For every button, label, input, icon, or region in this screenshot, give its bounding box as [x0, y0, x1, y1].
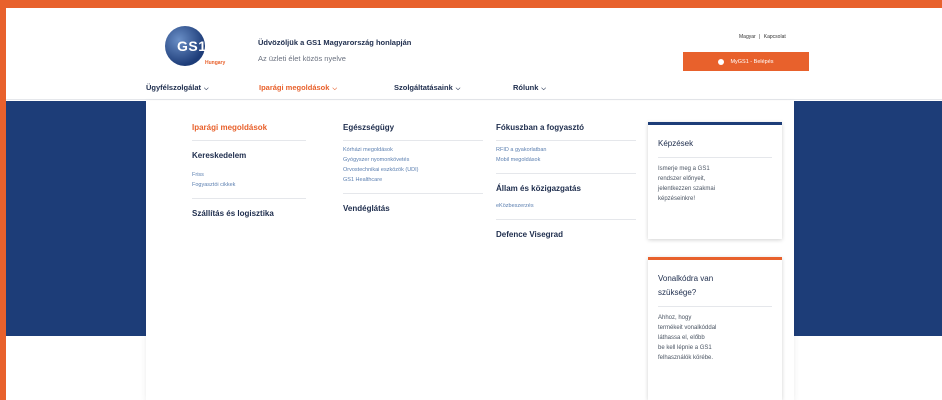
nav-label: Rólunk: [513, 83, 539, 92]
lang-separator: |: [759, 34, 761, 40]
training-card[interactable]: Képzések Ismerje meg a GS1 rendszer előn…: [648, 122, 782, 239]
menu-link-rfid[interactable]: RFID a gyakorlatban: [496, 145, 636, 155]
login-button[interactable]: MyGS1 - Belépés: [683, 52, 809, 71]
menu-link-korhazi[interactable]: Kórházi megoldások: [343, 145, 483, 155]
login-button-label: MyGS1 - Belépés: [730, 58, 774, 65]
divider: [343, 140, 483, 141]
menu-section-allam[interactable]: Állam és közigazgatás: [496, 184, 636, 193]
divider: [658, 306, 772, 307]
divider: [496, 140, 636, 141]
nav-item-rolunk[interactable]: Rólunk ⌵: [513, 83, 546, 93]
nav-item-ugyfelszolgalat[interactable]: Ügyfélszolgálat ⌵: [146, 83, 209, 93]
divider: [496, 219, 636, 220]
nav-label: Iparági megoldások: [259, 83, 330, 92]
menu-link-mobil[interactable]: Mobil megoldások: [496, 155, 636, 165]
divider: [496, 173, 636, 174]
gs1-logo[interactable]: GS1 Hungary: [165, 24, 235, 68]
barcode-card[interactable]: Vonalkódra van szüksége? Ahhoz, hogy ter…: [648, 257, 782, 400]
menu-section-vendeglatas[interactable]: Vendéglátás: [343, 204, 483, 213]
divider: [192, 198, 306, 199]
menu-link-friss[interactable]: Friss: [192, 170, 312, 180]
lang-hungarian-link[interactable]: Magyar: [739, 34, 756, 40]
nav-item-iparagi-megoldasok[interactable]: Iparági megoldások ⌵: [259, 83, 337, 93]
barcode-card-line: felhasználók körébe.: [658, 355, 714, 361]
menu-section-szallitas[interactable]: Szállítás és logisztika: [192, 209, 312, 218]
menu-section-fokuszban[interactable]: Fókuszban a fogyasztó: [496, 123, 636, 132]
menu-link-gyogyszer[interactable]: Gyógyszer nyomonkövetés: [343, 155, 483, 165]
tagline: Az üzleti élet közös nyelve: [258, 54, 346, 63]
barcode-card-line: láthassa el, előbb: [658, 335, 705, 341]
training-card-line: rendszer előnyeit,: [658, 176, 706, 182]
site-header: GS1 Hungary Üdvözöljük a GS1 Magyarorszá…: [0, 8, 942, 76]
chevron-down-icon: ⌵: [541, 86, 546, 92]
language-bar: Magyar | Kapcsolat: [738, 34, 787, 40]
training-card-line: képzéseinkre!: [658, 196, 696, 202]
divider: [343, 193, 483, 194]
training-card-title: Képzések: [658, 139, 694, 148]
chevron-down-icon: ⌵: [332, 86, 337, 92]
welcome-text: Üdvözöljük a GS1 Magyarország honlapján: [258, 38, 412, 47]
barcode-card-line: be kell lépnie a GS1: [658, 345, 712, 351]
barcode-card-title: Vonalkódra van: [658, 274, 714, 283]
menu-heading-iparagi[interactable]: Iparági megoldások: [192, 123, 312, 132]
menu-section-kereskedelem[interactable]: Kereskedelem: [192, 151, 312, 160]
menu-column-3: Fókuszban a fogyasztó RFID a gyakorlatba…: [496, 123, 636, 239]
menu-link-ekozbeszerzes[interactable]: eKözbeszerzés: [496, 201, 636, 211]
menu-column-1: Iparági megoldások Kereskedelem Friss Fo…: [192, 123, 312, 218]
nav-label: Ügyfélszolgálat: [146, 83, 202, 92]
training-card-line: Ismerje meg a GS1: [658, 166, 710, 172]
menu-link-udi[interactable]: Orvostechnikai eszközök (UDI): [343, 165, 483, 175]
logo-text: GS1: [177, 38, 207, 54]
menu-section-egeszsegugy[interactable]: Egészségügy: [343, 123, 483, 132]
top-accent-bar: [0, 0, 942, 8]
main-nav: Ügyfélszolgálat ⌵ Iparági megoldások ⌵ Szo…: [0, 76, 942, 100]
lock-icon: [718, 58, 725, 65]
menu-link-gs1-healthcare[interactable]: GS1 Healthcare: [343, 175, 483, 185]
barcode-card-title: szüksége?: [658, 288, 697, 297]
logo-subtitle: Hungary: [205, 60, 226, 66]
barcode-card-line: termékeit vonalkóddal: [658, 325, 717, 331]
nav-item-szolgaltatasaink[interactable]: Szolgáltatásaink ⌵: [394, 83, 460, 93]
menu-link-fogyasztoi-cikkek[interactable]: Fogyasztói cikkek: [192, 180, 312, 190]
barcode-card-line: Ahhoz, hogy: [658, 315, 692, 321]
contact-link[interactable]: Kapcsolat: [764, 34, 786, 40]
nav-label: Szolgáltatásaink: [394, 83, 453, 92]
divider: [658, 157, 772, 158]
divider: [192, 140, 306, 141]
mega-menu-dropdown: Iparági megoldások Kereskedelem Friss Fo…: [146, 101, 794, 400]
chevron-down-icon: ⌵: [455, 86, 461, 92]
training-card-line: jelentkezzen szakmai: [658, 186, 716, 192]
chevron-down-icon: ⌵: [204, 86, 209, 92]
menu-section-defence-visegrad[interactable]: Defence Visegrad: [496, 230, 636, 239]
menu-column-2: Egészségügy Kórházi megoldások Gyógyszer…: [343, 123, 483, 213]
